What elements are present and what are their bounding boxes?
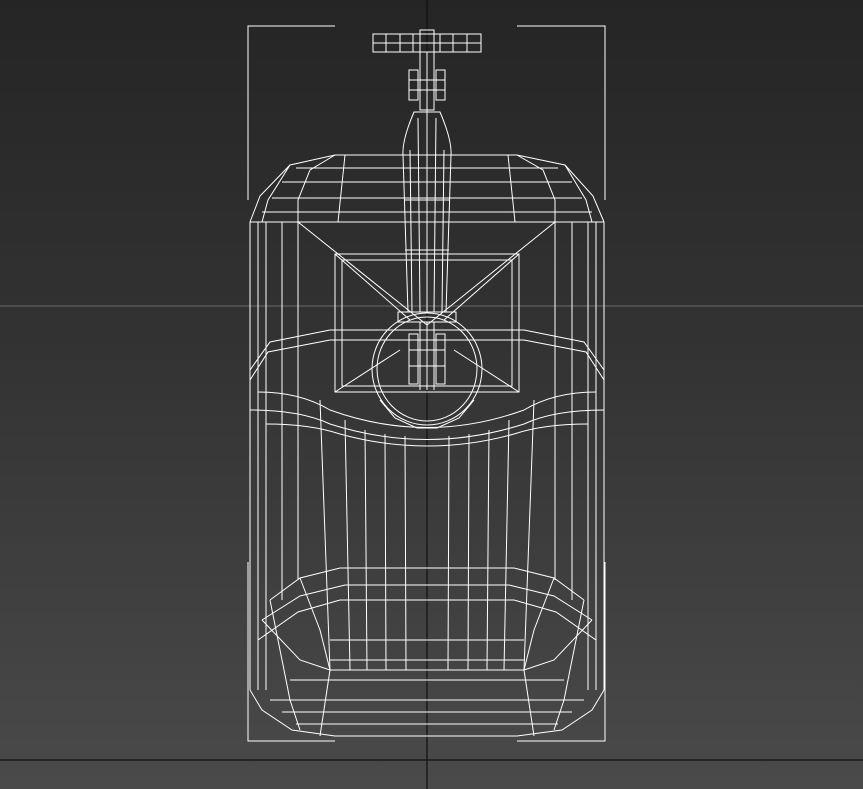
viewport-grid — [0, 0, 863, 789]
viewport-3d[interactable] — [0, 0, 863, 789]
bracket-top-right — [517, 25, 606, 200]
wireframe-canvas[interactable] — [0, 0, 863, 789]
bracket-top-left — [247, 25, 335, 200]
